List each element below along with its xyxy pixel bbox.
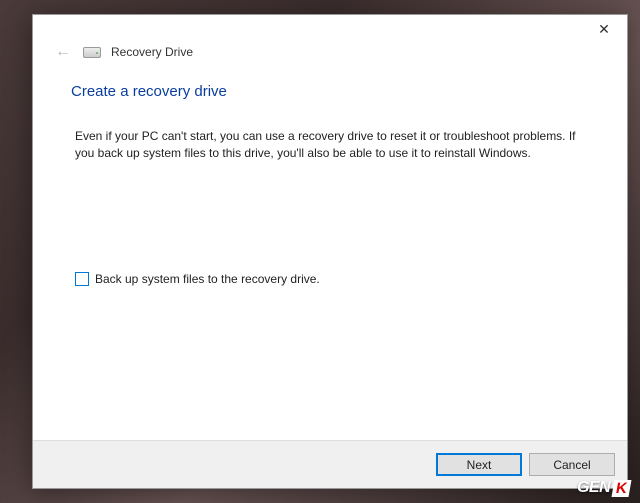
- wizard-title: Recovery Drive: [111, 45, 193, 59]
- watermark-text: GEN: [577, 479, 610, 497]
- page-heading: Create a recovery drive: [71, 83, 589, 100]
- drive-icon: [83, 47, 101, 58]
- cancel-button[interactable]: Cancel: [529, 453, 615, 476]
- watermark: GENK: [577, 479, 630, 497]
- header-row: ← Recovery Drive: [33, 43, 627, 61]
- backup-checkbox-label[interactable]: Back up system files to the recovery dri…: [95, 272, 320, 286]
- titlebar: ✕: [33, 15, 627, 45]
- backup-checkbox-row[interactable]: Back up system files to the recovery dri…: [71, 272, 589, 286]
- page-description: Even if your PC can't start, you can use…: [71, 128, 589, 162]
- next-button[interactable]: Next: [436, 453, 522, 476]
- close-button[interactable]: ✕: [581, 15, 627, 43]
- button-bar: Next Cancel: [33, 440, 627, 488]
- content-area: Create a recovery drive Even if your PC …: [33, 61, 627, 286]
- watermark-accent: K: [612, 480, 632, 497]
- backup-checkbox[interactable]: [75, 272, 89, 286]
- back-icon: ←: [53, 43, 73, 61]
- close-icon: ✕: [598, 21, 610, 38]
- recovery-drive-dialog: ✕ ← Recovery Drive Create a recovery dri…: [32, 14, 628, 489]
